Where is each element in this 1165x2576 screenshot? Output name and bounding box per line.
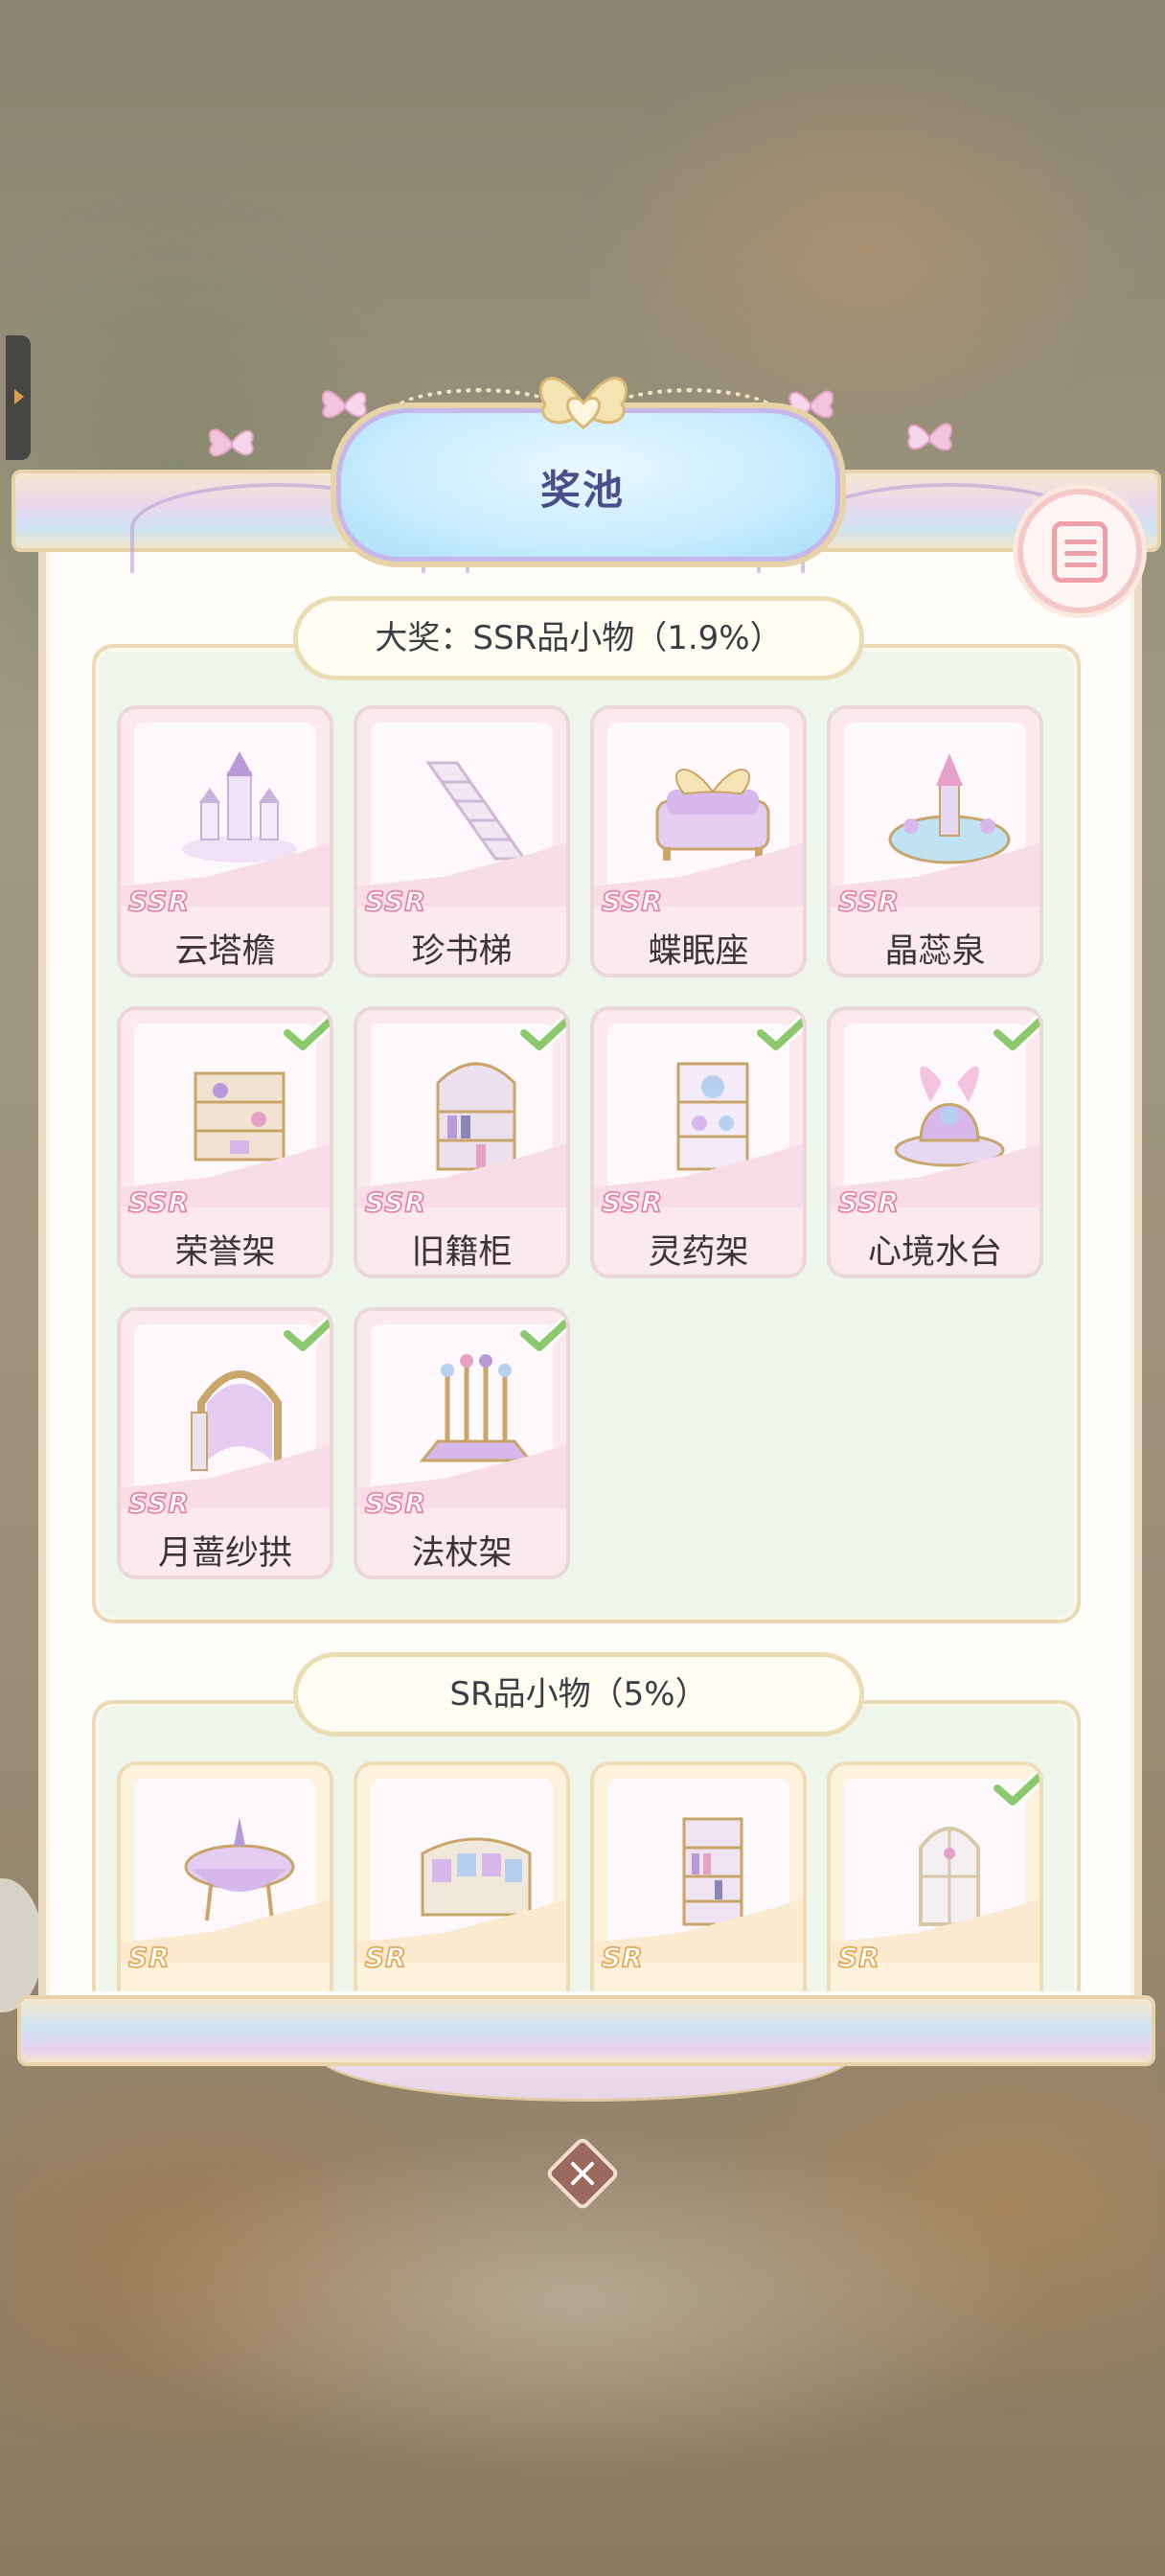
display-cabinet-art	[421, 1837, 532, 1917]
prize-card[interactable]: SR	[354, 1761, 570, 1991]
rarity-badge: SR	[601, 1941, 644, 1974]
heart-bow-icon	[539, 377, 628, 429]
rarity-badge: SR	[837, 1941, 880, 1974]
check-icon	[282, 1314, 330, 1354]
prize-thumbnail	[607, 723, 789, 903]
rarity-badge: SSR	[837, 885, 900, 918]
old-bookcase-art	[436, 1062, 516, 1171]
prize-card[interactable]: SSR 心境水台	[827, 1006, 1043, 1278]
check-icon	[282, 1013, 330, 1053]
prize-name: 法杖架	[411, 1534, 513, 1573]
prize-list-scroll-area[interactable]: 大奖：SSR品小物（1.9%） SSR 云塔檐 SSR 珍书梯 SSR 蝶眠座 …	[54, 575, 1111, 1991]
rarity-badge: SSR	[364, 885, 426, 918]
rarity-badge: SSR	[127, 1185, 190, 1219]
prize-card[interactable]: SSR 荣誉架	[117, 1006, 333, 1278]
check-icon	[518, 1314, 566, 1354]
staff-rack-art	[419, 1354, 534, 1462]
check-icon	[992, 1013, 1039, 1053]
prize-card[interactable]: SSR 旧籍柜	[354, 1006, 570, 1278]
sr-section-header: SR品小物（5%）	[293, 1652, 864, 1736]
prize-name: 荣誉架	[174, 1233, 276, 1272]
rarity-badge: SR	[364, 1941, 407, 1974]
side-drawer-tab[interactable]	[6, 335, 31, 460]
prize-card[interactable]: SSR 蝶眠座	[590, 705, 807, 978]
check-icon	[992, 1768, 1039, 1808]
dialog-title: 奖池	[539, 467, 625, 514]
prize-thumbnail	[607, 1779, 789, 1959]
prize-name: 月蔷纱拱	[157, 1534, 292, 1573]
prize-name: 旧籍柜	[411, 1233, 513, 1272]
prize-card[interactable]: SR	[590, 1761, 807, 1991]
tall-shelf-art	[682, 1817, 743, 1926]
prize-card[interactable]: SSR 晶蕊泉	[827, 705, 1043, 978]
rarity-badge: SSR	[364, 1486, 426, 1520]
prize-name: 蝶眠座	[648, 932, 749, 971]
prize-thumbnail	[371, 1779, 553, 1959]
close-button[interactable]	[542, 2133, 623, 2214]
prize-card[interactable]: SR	[827, 1761, 1043, 1991]
arched-window-art	[919, 1827, 980, 1926]
panel-bottom-frame	[17, 1995, 1155, 2066]
prize-card[interactable]: SSR 珍书梯	[354, 705, 570, 978]
moon-rose-arch-art	[191, 1370, 282, 1471]
rarity-badge: SSR	[837, 1185, 900, 1219]
honor-shelf-art	[194, 1071, 286, 1162]
rarity-badge: SR	[127, 1941, 171, 1974]
butterfly-icon	[208, 428, 254, 457]
rarity-badge: SSR	[127, 885, 190, 918]
prize-name: 云塔檐	[174, 932, 276, 971]
butterfly-sofa-art	[655, 769, 770, 861]
prize-thumbnail	[371, 723, 553, 903]
prize-card[interactable]: SSR 法杖架	[354, 1307, 570, 1579]
prize-card[interactable]: SSR 灵药架	[590, 1006, 807, 1278]
prize-thumbnail	[134, 723, 316, 903]
prize-thumbnail	[844, 723, 1026, 903]
mind-water-stand-art	[894, 1066, 1005, 1167]
rarity-badge: SSR	[601, 1185, 663, 1219]
prize-card[interactable]: SSR 云塔檐	[117, 705, 333, 978]
check-icon	[518, 1013, 566, 1053]
butterfly-icon	[907, 423, 953, 451]
prize-name: 心境水台	[867, 1233, 1002, 1272]
prize-card[interactable]: SR	[117, 1761, 333, 1991]
prize-card[interactable]: SSR 月蔷纱拱	[117, 1307, 333, 1579]
rarity-badge: SSR	[127, 1486, 190, 1520]
rarity-badge: SSR	[601, 885, 663, 918]
list-icon	[1052, 521, 1108, 583]
crystal-fountain-art	[888, 753, 1011, 864]
round-table-art	[184, 1817, 295, 1921]
check-icon	[755, 1013, 803, 1053]
prize-name: 灵药架	[648, 1233, 749, 1272]
ssr-section-header: 大奖：SSR品小物（1.9%）	[293, 596, 864, 680]
book-ladder-art	[425, 761, 527, 861]
prize-thumbnail	[134, 1779, 316, 1959]
prize-name: 珍书梯	[411, 932, 513, 971]
prize-name: 晶蕊泉	[884, 932, 986, 971]
cloud-tower-art	[182, 751, 297, 862]
potion-shelf-art	[676, 1062, 749, 1171]
rarity-badge: SSR	[364, 1185, 426, 1219]
